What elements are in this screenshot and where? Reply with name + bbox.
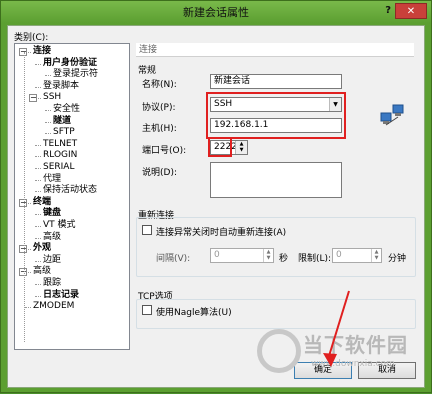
- tree-item[interactable]: 隧道: [53, 116, 71, 127]
- limit-value: 0: [336, 250, 342, 260]
- name-input[interactable]: 新建会话: [210, 74, 342, 89]
- general-group-title: 常规: [138, 66, 157, 76]
- tree-item[interactable]: VT 模式: [43, 220, 76, 231]
- section-header: 连接: [136, 43, 414, 57]
- tree-item[interactable]: 终端: [33, 197, 51, 208]
- tree-item[interactable]: SFTP: [53, 127, 75, 138]
- name-label: 名称(N):: [142, 80, 177, 90]
- tree-collapse-icon[interactable]: −: [19, 245, 27, 254]
- tree-item[interactable]: ZMODEM: [33, 301, 74, 312]
- port-stepper[interactable]: ▲ ▼: [235, 141, 247, 154]
- tree-item[interactable]: 用户身份验证: [43, 58, 97, 69]
- interval-label: 间隔(V):: [156, 254, 191, 264]
- tree-connector: [45, 75, 51, 77]
- highlight-box-port: [208, 137, 232, 157]
- limit-unit: 分钟: [388, 254, 407, 264]
- watermark-logo-icon: [257, 329, 301, 373]
- tree-connector: [35, 63, 41, 65]
- tree-collapse-icon[interactable]: −: [19, 48, 27, 56]
- dialog-window: 新建会话属性 ? ✕ 类别(C): 连接 − 用户身份验证 登录提示符 登录脚本 SSH −…: [0, 0, 432, 393]
- watermark-name: 当下软件园: [303, 333, 408, 357]
- help-button[interactable]: ?: [385, 5, 391, 16]
- tree-connector: [45, 133, 51, 135]
- tree-item[interactable]: TELNET: [43, 139, 77, 150]
- tree-connector: [35, 284, 41, 285]
- port-label: 端口号(O):: [142, 146, 187, 156]
- interval-arrows[interactable]: ▲ ▼: [263, 249, 273, 262]
- tree-item[interactable]: SSH: [43, 92, 61, 103]
- auto-reconnect-checkbox[interactable]: [142, 225, 152, 235]
- tree-connector: [35, 179, 41, 181]
- tree-trunk: [24, 52, 25, 342]
- highlight-box-protocol-host: [206, 92, 346, 139]
- category-tree[interactable]: 连接 − 用户身份验证 登录提示符 登录脚本 SSH − 安全性 隧道 SFTP TELNET RLO…: [14, 43, 130, 350]
- tree-item[interactable]: 高级: [43, 232, 61, 243]
- tree-item[interactable]: 高级: [33, 266, 51, 277]
- limit-arrows[interactable]: ▲ ▼: [371, 249, 381, 262]
- interval-value: 0: [214, 250, 220, 260]
- tree-connector: [35, 168, 41, 169]
- tree-item[interactable]: 连接: [33, 46, 51, 57]
- tree-connector: [25, 307, 31, 309]
- protocol-label: 协议(P):: [142, 103, 176, 113]
- tree-item[interactable]: 代理: [43, 174, 61, 185]
- tree-collapse-icon[interactable]: −: [19, 268, 27, 277]
- watermark-url: www.downxia.com: [311, 359, 395, 369]
- tree-item[interactable]: 边距: [43, 255, 61, 266]
- tree-collapse-icon[interactable]: −: [19, 198, 27, 207]
- tree-item[interactable]: 跟踪: [43, 278, 61, 289]
- tree-item[interactable]: 外观: [33, 243, 51, 254]
- auto-reconnect-label: 连接异常关闭时自动重新连接(A): [156, 228, 287, 238]
- tree-connector: [35, 191, 41, 193]
- tree-connector: [45, 110, 51, 111]
- nagle-checkbox[interactable]: [142, 305, 152, 315]
- tree-connector: [35, 237, 41, 239]
- tree-connector: [35, 226, 41, 227]
- tree-item[interactable]: 保持活动状态: [43, 185, 97, 196]
- dialog-title: 新建会话属性: [183, 6, 249, 19]
- interval-stepper[interactable]: 0 ▲ ▼: [210, 248, 274, 263]
- network-icon: [380, 104, 404, 126]
- tree-item[interactable]: RLOGIN: [43, 150, 77, 161]
- watermark: 当下软件园 www.downxia.com: [253, 329, 413, 389]
- tree-connector: [35, 214, 41, 216]
- description-label: 说明(D):: [142, 168, 177, 178]
- tree-item[interactable]: 键盘: [43, 208, 61, 219]
- title-bar[interactable]: 新建会话属性 ? ✕: [1, 1, 431, 23]
- tree-item[interactable]: 安全性: [53, 104, 80, 115]
- tree-item[interactable]: SERIAL: [43, 162, 74, 173]
- tree-connector: [45, 121, 51, 123]
- tree-connector: [35, 295, 41, 297]
- nagle-label: 使用Nagle算法(U): [156, 308, 232, 318]
- tree-item[interactable]: 登录提示符: [53, 69, 98, 80]
- close-button[interactable]: ✕: [395, 3, 427, 19]
- limit-stepper[interactable]: 0 ▲ ▼: [332, 248, 382, 263]
- tree-item[interactable]: 登录脚本: [43, 81, 79, 92]
- description-textarea[interactable]: [210, 162, 342, 198]
- tree-connector: [35, 86, 41, 88]
- host-label: 主机(H):: [142, 124, 177, 134]
- tree-item[interactable]: 日志记录: [43, 290, 79, 301]
- settings-panel: 连接 常规 名称(N): 新建会话 协议(P): SSH ▼ 主机(H): 19…: [136, 43, 420, 350]
- interval-unit: 秒: [279, 254, 289, 264]
- tree-connector: [35, 144, 41, 146]
- tree-collapse-icon[interactable]: −: [29, 94, 37, 103]
- tree-connector: [35, 260, 41, 262]
- tree-connector: [35, 156, 41, 158]
- category-label: 类别(C):: [14, 33, 49, 43]
- limit-label: 限制(L):: [298, 254, 332, 264]
